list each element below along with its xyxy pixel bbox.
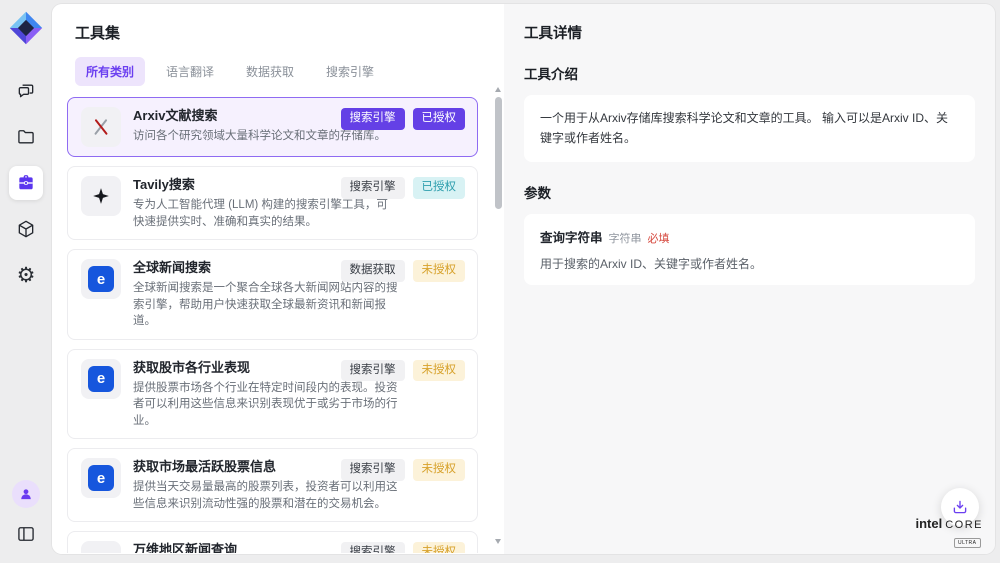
settings-gear-icon[interactable]: ⚙ [9,258,43,292]
auth-status-badge: 未授权 [413,459,466,481]
tool-card[interactable]: e 获取股市各行业表现 提供股票市场各个行业在特定时间段内的表现。投资者可以利用… [67,349,478,440]
category-badge: 搜索引擎 [341,542,405,553]
params-heading: 参数 [524,182,975,202]
scrollbar-thumb[interactable] [495,97,502,209]
category-badge: 搜索引擎 [341,360,405,382]
detail-title: 工具详情 [524,22,975,43]
list-scrollbar [493,84,503,546]
tool-card[interactable]: 万维地区新闻查询 查询具体行政区划内的新闻，快速了解各地新闻动 搜索引擎 未授权 [67,531,478,553]
parameter-list: 查询字符串字符串必填用于搜索的Arxiv ID、关键字或作者姓名。 [524,214,975,285]
news-icon: e [81,359,121,399]
tool-card[interactable]: e 全球新闻搜索 全球新闻搜索是一个聚合全球各大新闻网站内容的搜索引擎，帮助用户… [67,249,478,340]
scroll-down-arrow[interactable] [493,536,503,546]
news-icon: e [81,458,121,498]
newspaper-icon [81,541,121,553]
folder-icon[interactable] [9,120,43,154]
toolbox-icon[interactable] [9,166,43,200]
package-icon[interactable] [9,212,43,246]
tavily-icon [81,176,121,216]
tool-description: 全球新闻搜索是一个聚合全球各大新闻网站内容的搜索引擎，帮助用户快速获取全球最新资… [133,280,398,330]
param-description: 用于搜索的Arxiv ID、关键字或作者姓名。 [540,255,959,272]
user-avatar[interactable] [12,480,40,508]
intro-heading: 工具介绍 [524,63,975,83]
auth-status-badge: 未授权 [413,260,466,282]
tool-description: 访问各个研究领域大量科学论文和文章的存储库。 [133,128,386,145]
chat-icon[interactable] [9,74,43,108]
auth-status-badge: 已授权 [413,177,466,199]
parameter-item: 查询字符串字符串必填用于搜索的Arxiv ID、关键字或作者姓名。 [524,214,975,285]
category-tabs: 所有类别语言翻译数据获取搜索引擎 [75,57,480,86]
tool-description: 提供当天交易量最高的股票列表，投资者可以利用这些信息来识别流动性强的股票和潜在的… [133,479,398,512]
arxiv-icon [81,107,121,147]
tool-list-panel: 工具集 所有类别语言翻译数据获取搜索引擎 Arxiv文献搜索 访问各个研究领域大… [52,4,504,554]
auth-status-badge: 未授权 [413,542,466,553]
download-icon [951,498,969,516]
category-badge: 数据获取 [341,260,405,282]
app-logo-icon [8,10,44,46]
news-icon: e [81,259,121,299]
scroll-up-arrow[interactable] [493,84,503,94]
tool-detail-panel: 工具详情 工具介绍 一个用于从Arxiv存储库搜索科学论文和文章的工具。 输入可… [504,4,995,554]
tool-card[interactable]: Tavily搜索 专为人工智能代理 (LLM) 构建的搜索引擎工具，可快速提供实… [67,166,478,240]
param-type: 字符串 [609,230,642,246]
page-title: 工具集 [75,22,480,43]
collapse-panel-icon[interactable] [9,517,43,551]
tool-description: 专为人工智能代理 (LLM) 构建的搜索引擎工具，可快速提供实时、准确和真实的结… [133,197,398,230]
tool-description: 提供股票市场各个行业在特定时间段内的表现。投资者可以利用这些信息来识别表现优于或… [133,380,398,430]
auth-status-badge: 已授权 [413,108,466,130]
category-tab[interactable]: 所有类别 [75,57,145,86]
param-required-badge: 必填 [648,230,670,246]
intro-text: 一个用于从Arxiv存储库搜索科学论文和文章的工具。 输入可以是Arxiv ID… [540,108,959,149]
sidebar: ⚙ [0,0,52,563]
category-badge: 搜索引擎 [341,459,405,481]
category-tab[interactable]: 语言翻译 [155,57,225,86]
auth-status-badge: 未授权 [413,360,466,382]
category-tab[interactable]: 数据获取 [235,57,305,86]
main-window: 工具集 所有类别语言翻译数据获取搜索引擎 Arxiv文献搜索 访问各个研究领域大… [52,4,995,554]
category-badge: 搜索引擎 [341,108,405,130]
category-badge: 搜索引擎 [341,177,405,199]
intel-core-logo: intel core ultra [915,516,983,549]
param-name: 查询字符串 [540,227,603,246]
intro-box: 一个用于从Arxiv存储库搜索科学论文和文章的工具。 输入可以是Arxiv ID… [524,95,975,162]
category-tab[interactable]: 搜索引擎 [315,57,385,86]
tool-card-list: Arxiv文献搜索 访问各个研究领域大量科学论文和文章的存储库。 搜索引擎 已授… [52,95,504,553]
tool-card[interactable]: e 获取市场最活跃股票信息 提供当天交易量最高的股票列表，投资者可以利用这些信息… [67,448,478,522]
tool-card[interactable]: Arxiv文献搜索 访问各个研究领域大量科学论文和文章的存储库。 搜索引擎 已授… [67,97,478,157]
